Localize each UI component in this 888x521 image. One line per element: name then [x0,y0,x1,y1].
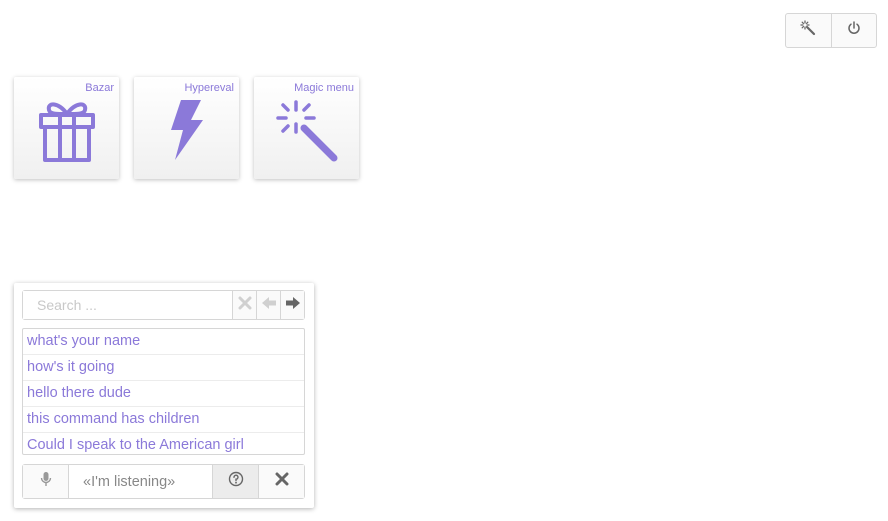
command-list: what's your name how's it going hello th… [22,328,305,455]
close-icon [238,296,252,315]
forward-button[interactable] [280,291,304,319]
list-item[interactable]: what's your name [23,329,304,355]
list-item[interactable]: Could I speak to the American girl [23,433,304,454]
gift-icon [37,98,97,167]
search-input[interactable] [23,291,232,319]
voice-status-text: «I'm listening» [68,465,212,498]
tile-label: Bazar [85,82,114,94]
tile-magic-menu[interactable]: Magic menu [254,77,359,179]
top-toolbar [785,13,877,48]
list-item[interactable]: hello there dude [23,381,304,407]
magic-wand-icon [274,98,340,167]
list-item[interactable]: this command has children [23,407,304,433]
tile-label: Magic menu [294,82,354,94]
list-item[interactable]: how's it going [23,355,304,381]
magic-toolbar-button[interactable] [786,14,831,47]
close-icon [275,472,289,491]
tile-label: Hypereval [184,82,234,94]
tile-hypereval[interactable]: Hypereval [134,77,239,179]
search-bar [22,290,305,320]
question-circle-icon [228,471,244,492]
lightning-icon [167,98,207,167]
command-panel: what's your name how's it going hello th… [14,283,314,508]
back-button[interactable] [256,291,280,319]
power-button[interactable] [830,14,877,47]
microphone-button[interactable] [23,465,68,498]
close-panel-button[interactable] [258,465,304,498]
clear-search-button[interactable] [232,291,256,319]
magic-wand-icon [800,20,816,41]
arrow-right-icon [285,296,301,315]
microphone-icon [40,471,52,492]
arrow-left-icon [261,296,277,315]
help-button[interactable] [212,465,258,498]
voice-bar: «I'm listening» [22,464,305,499]
tile-bazar[interactable]: Bazar [14,77,119,179]
power-icon [846,20,862,41]
